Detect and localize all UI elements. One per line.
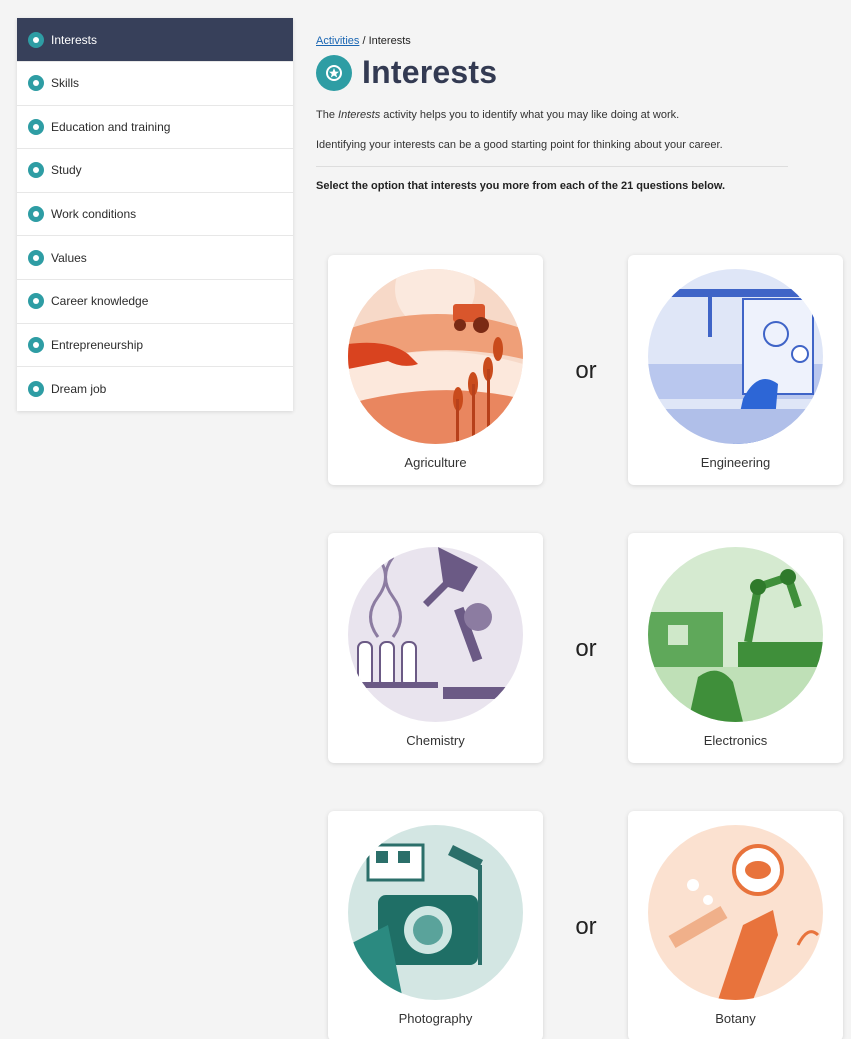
option-card-electronics[interactable]: Electronics xyxy=(628,533,843,763)
sidebar-item-label: Skills xyxy=(51,76,80,91)
breadcrumb: Activities / Interests xyxy=(316,35,411,47)
education-icon xyxy=(28,118,44,135)
agriculture-illustration xyxy=(348,269,523,444)
electronics-illustration xyxy=(648,547,823,722)
option-card-photography[interactable]: Photography xyxy=(328,811,543,1039)
sidebar-item-label: Study xyxy=(51,163,82,178)
photography-illustration xyxy=(348,825,523,1000)
work-conditions-icon xyxy=(28,206,44,223)
page-title: Interests xyxy=(362,54,498,90)
option-label: Engineering xyxy=(700,455,771,470)
activities-sidebar: Interests Skills Education and training … xyxy=(17,18,293,411)
option-label: Agriculture xyxy=(404,455,467,470)
option-card-agriculture[interactable]: Agriculture xyxy=(328,255,543,485)
interests-icon xyxy=(28,31,44,48)
breadcrumb-activities-link[interactable]: Activities xyxy=(316,35,359,47)
sidebar-item-study[interactable]: Study xyxy=(17,149,293,193)
sidebar-item-education-and-training[interactable]: Education and training xyxy=(17,106,293,150)
or-separator: or xyxy=(575,913,597,940)
sidebar-item-label: Interests xyxy=(51,32,98,47)
sidebar-item-label: Career knowledge xyxy=(51,294,149,309)
engineering-illustration xyxy=(648,269,823,444)
sidebar-item-label: Work conditions xyxy=(51,207,137,222)
intro-text-2: Identifying your interests can be a good… xyxy=(316,139,723,151)
entrepreneurship-icon xyxy=(28,336,44,353)
sidebar-item-career-knowledge[interactable]: Career knowledge xyxy=(17,280,293,324)
sidebar-item-label: Education and training xyxy=(51,119,171,134)
skills-icon xyxy=(28,75,44,92)
option-card-chemistry[interactable]: Chemistry xyxy=(328,533,543,763)
option-card-engineering[interactable]: Engineering xyxy=(628,255,843,485)
career-knowledge-icon xyxy=(28,293,44,310)
breadcrumb-separator: / xyxy=(359,35,369,47)
chemistry-illustration xyxy=(348,547,523,722)
sidebar-item-work-conditions[interactable]: Work conditions xyxy=(17,193,293,237)
sidebar-item-dream-job[interactable]: Dream job xyxy=(17,367,293,411)
interests-star-icon xyxy=(316,54,352,91)
dream-job-icon xyxy=(28,380,44,397)
or-separator: or xyxy=(575,357,597,384)
option-label: Electronics xyxy=(703,733,768,748)
divider xyxy=(316,166,788,167)
instruction-text: Select the option that interests you mor… xyxy=(316,180,726,192)
sidebar-item-label: Values xyxy=(51,250,87,265)
option-label: Botany xyxy=(715,1011,756,1026)
sidebar-item-skills[interactable]: Skills xyxy=(17,62,293,106)
sidebar-item-entrepreneurship[interactable]: Entrepreneurship xyxy=(17,324,293,368)
intro-text: The Interests activity helps you to iden… xyxy=(316,109,680,121)
sidebar-item-interests[interactable]: Interests xyxy=(17,18,293,62)
botany-illustration xyxy=(648,825,823,1000)
sidebar-item-label: Entrepreneurship xyxy=(51,337,144,352)
sidebar-item-values[interactable]: Values xyxy=(17,236,293,280)
page-header: Interests xyxy=(316,54,497,91)
values-icon xyxy=(28,249,44,266)
option-label: Photography xyxy=(398,1011,473,1026)
option-card-botany[interactable]: Botany xyxy=(628,811,843,1039)
sidebar-item-label: Dream job xyxy=(51,381,107,396)
option-label: Chemistry xyxy=(406,733,465,748)
intro-emphasis: Interests xyxy=(338,109,381,121)
breadcrumb-current: Interests xyxy=(368,35,411,47)
study-icon xyxy=(28,162,44,179)
or-separator: or xyxy=(575,635,597,662)
